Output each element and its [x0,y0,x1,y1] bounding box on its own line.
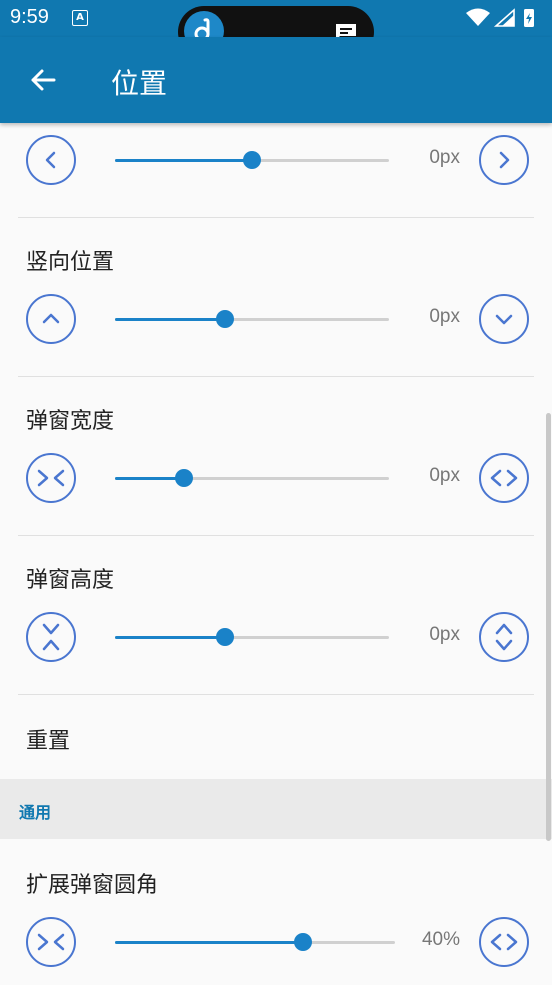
slider-thumb[interactable] [293,933,312,951]
notification-icon: A [72,10,88,26]
app-bar: 位置 [0,37,552,123]
vertical-value: 0px [429,306,460,327]
horizontal-slider[interactable] [115,151,389,169]
width-value: 0px [429,465,460,486]
corner-radius-row: 40% [0,905,552,985]
decrease-width-button[interactable] [26,453,76,503]
system-status-icons [466,8,534,27]
decrease-horizontal-button[interactable] [26,135,76,185]
vertical-position-row: 0px [0,282,552,362]
expand-horizontal-icon [490,933,518,951]
width-slider[interactable] [115,469,389,487]
popup-height-row: 0px [0,600,552,680]
chevron-down-icon [495,314,513,325]
popup-height-label: 弹窗高度 [26,568,115,593]
back-arrow-icon[interactable] [26,63,60,97]
corner-value: 40% [421,929,460,950]
increase-width-button[interactable] [479,453,529,503]
slider-thumb[interactable] [215,628,234,646]
expand-horizontal-icon [490,469,518,487]
wifi-icon [466,8,490,26]
expand-vertical-icon [495,623,513,651]
move-down-button[interactable] [479,294,529,344]
divider [18,376,534,377]
divider [18,217,534,218]
slider-fill [115,318,225,321]
settings-list: 0px 竖向位置 0px 弹窗宽度 0px 弹窗高度 0px 重置 通用 扩展弹… [0,123,552,982]
shrink-horizontal-icon [37,933,65,951]
page-title: 位置 [111,67,168,100]
chevron-left-icon [45,151,56,169]
slider-thumb[interactable] [243,151,261,169]
decrease-corner-button[interactable] [26,917,76,967]
increase-horizontal-button[interactable] [479,135,529,185]
horizontal-value: 0px [429,147,460,168]
shrink-horizontal-icon [37,469,65,487]
divider [18,694,534,695]
move-up-button[interactable] [26,294,76,344]
section-header-general: 通用 [0,779,552,839]
slider-thumb[interactable] [174,469,193,487]
slider-fill [115,159,252,162]
reset-item[interactable]: 重置 [26,723,70,755]
vertical-slider[interactable] [115,310,389,328]
corner-slider[interactable] [115,933,395,951]
chevron-right-icon [499,151,510,169]
height-slider[interactable] [115,628,389,646]
popup-width-label: 弹窗宽度 [26,409,115,434]
increase-corner-button[interactable] [479,917,529,967]
popup-width-row: 0px [0,441,552,521]
slider-fill [115,477,184,480]
increase-height-button[interactable] [479,612,529,662]
slider-fill [115,941,303,944]
shrink-vertical-icon [42,623,60,651]
vertical-position-label: 竖向位置 [26,250,115,275]
status-time: 9:59 [10,6,49,28]
slider-thumb[interactable] [215,310,234,328]
corner-radius-label: 扩展弹窗圆角 [26,873,159,898]
slider-fill [115,636,225,639]
divider [18,535,534,536]
chevron-up-icon [42,313,60,324]
scrollbar[interactable] [546,413,551,841]
horizontal-position-row: 0px [0,123,552,203]
section-title: 通用 [19,803,52,822]
decrease-height-button[interactable] [26,612,76,662]
height-value: 0px [429,624,460,645]
